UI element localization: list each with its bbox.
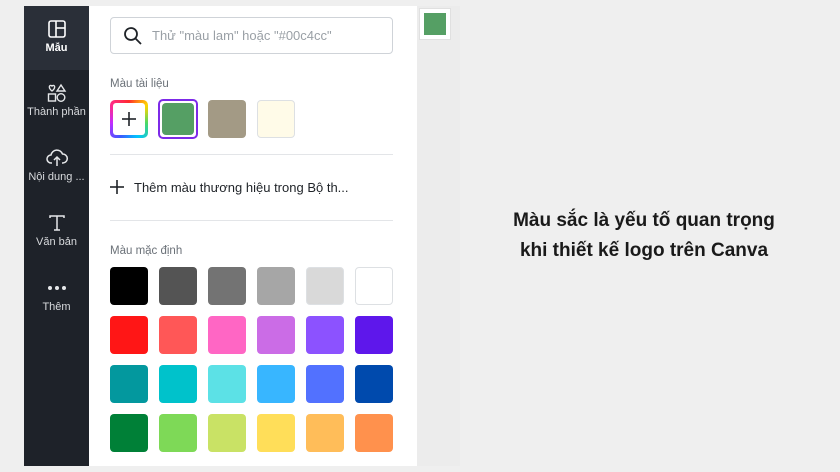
caption-line-2: khi thiết kế logo trên Canva (519, 240, 769, 261)
add-color-inner (113, 103, 145, 135)
default-color-swatch[interactable] (306, 316, 344, 354)
search-icon (123, 26, 143, 46)
canvas-thumbnail[interactable] (419, 8, 451, 40)
search-box[interactable] (110, 17, 393, 54)
shapes-icon (46, 82, 68, 104)
document-color-swatch[interactable] (257, 100, 295, 138)
sidebar-item-elements[interactable]: Thành phần (24, 82, 89, 138)
layout-icon (46, 18, 68, 40)
caption: Màu sắc là yếu tố quan trọng khi thiết k… (474, 206, 814, 266)
default-color-swatch[interactable] (208, 414, 246, 452)
document-color-swatch[interactable] (208, 100, 246, 138)
default-color-swatch[interactable] (110, 267, 148, 305)
color-panel: Màu tài liệu Thêm màu thương hiệu trong … (89, 6, 417, 466)
default-color-swatch[interactable] (257, 316, 295, 354)
sidebar-item-label: Thêm (42, 301, 71, 313)
document-color-swatch[interactable] (162, 103, 194, 135)
sidebar-item-text[interactable]: Văn bản (24, 212, 89, 268)
plus-icon (122, 112, 136, 126)
default-colors-title: Màu mặc định (110, 245, 183, 257)
default-color-swatch[interactable] (159, 414, 197, 452)
canvas-area (417, 6, 460, 466)
sidebar-item-label: Thành phần (27, 106, 86, 118)
default-color-swatch[interactable] (159, 316, 197, 354)
text-icon (46, 212, 68, 234)
sidebar: Mẫu Thành phần Nội dung ... Văn bản Thêm (24, 6, 89, 466)
default-color-swatch[interactable] (355, 365, 393, 403)
default-color-swatch[interactable] (306, 267, 344, 305)
default-color-swatch[interactable] (306, 414, 344, 452)
sidebar-item-label: Nội dung ... (28, 171, 85, 183)
sidebar-item-uploads[interactable]: Nội dung ... (24, 147, 89, 203)
divider (110, 154, 393, 155)
default-color-swatch[interactable] (355, 414, 393, 452)
default-color-swatch[interactable] (208, 365, 246, 403)
default-color-swatch[interactable] (110, 316, 148, 354)
default-color-swatch[interactable] (355, 267, 393, 305)
default-color-swatch[interactable] (110, 414, 148, 452)
document-colors-title: Màu tài liệu (110, 78, 169, 90)
default-color-swatch[interactable] (306, 365, 344, 403)
default-color-swatch[interactable] (110, 365, 148, 403)
sidebar-item-label: Văn bản (36, 236, 77, 248)
default-color-swatch[interactable] (257, 414, 295, 452)
add-brand-colors-button[interactable]: Thêm màu thương hiệu trong Bộ th... (110, 177, 349, 197)
sidebar-item-more[interactable]: Thêm (24, 277, 89, 333)
canvas-color-fill (424, 13, 446, 35)
caption-line-1: Màu sắc là yếu tố quan trọng (513, 210, 775, 231)
default-color-swatch[interactable] (208, 267, 246, 305)
search-input[interactable] (152, 28, 382, 43)
cloud-upload-icon (45, 147, 68, 169)
default-color-swatch[interactable] (257, 365, 295, 403)
default-color-swatch[interactable] (159, 365, 197, 403)
more-icon (46, 277, 68, 299)
default-color-swatch[interactable] (159, 267, 197, 305)
canva-screenshot: Mẫu Thành phần Nội dung ... Văn bản Thêm… (24, 6, 460, 466)
default-color-swatch[interactable] (257, 267, 295, 305)
frame: Mẫu Thành phần Nội dung ... Văn bản Thêm… (0, 0, 840, 472)
plus-icon (110, 180, 124, 194)
default-color-swatch[interactable] (208, 316, 246, 354)
add-brand-colors-label: Thêm màu thương hiệu trong Bộ th... (134, 179, 349, 195)
divider (110, 220, 393, 221)
add-color-button[interactable] (110, 100, 148, 138)
default-color-swatch[interactable] (355, 316, 393, 354)
sidebar-item-templates[interactable]: Mẫu (24, 6, 89, 70)
sidebar-item-label: Mẫu (45, 42, 68, 54)
